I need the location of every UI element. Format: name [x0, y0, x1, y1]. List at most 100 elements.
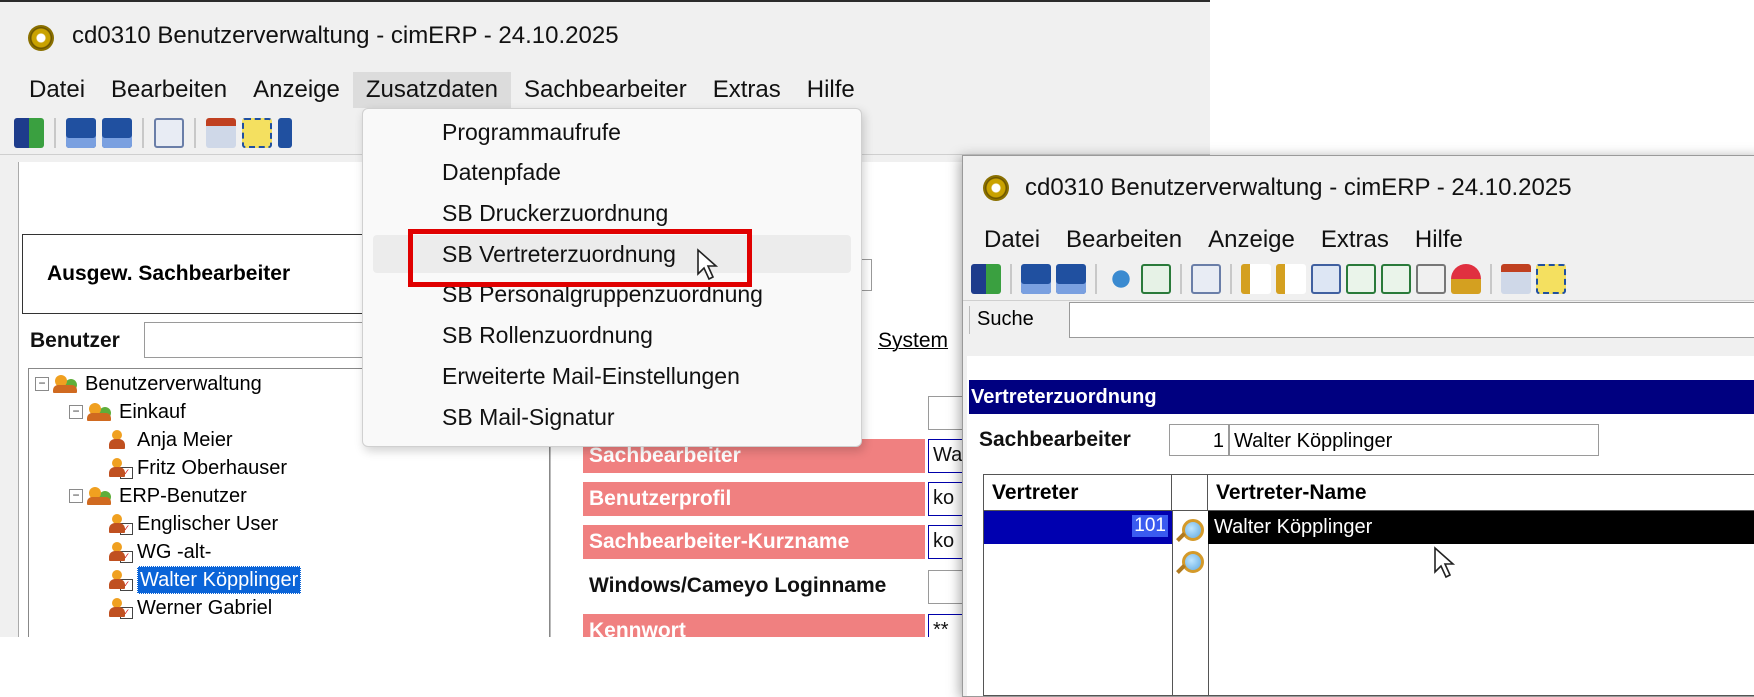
- user-icon: ✓: [109, 513, 133, 535]
- vertreter-nr: 101: [1132, 515, 1168, 537]
- sachbearbeiter-nr-field[interactable]: 1: [1169, 424, 1229, 456]
- toolbar-separator: [1490, 264, 1492, 294]
- col-header-vertreter[interactable]: Vertreter: [984, 475, 1172, 511]
- check-icon: ✓: [120, 523, 133, 535]
- sort-desc-icon[interactable]: [1276, 264, 1306, 294]
- new-record-icon[interactable]: [1536, 264, 1566, 294]
- export-icon[interactable]: [1346, 264, 1376, 294]
- col-header-vertreter-name[interactable]: Vertreter-Name: [1208, 475, 1754, 511]
- tree-item[interactable]: ✓ WG -alt-: [109, 539, 211, 565]
- new-icon[interactable]: [1106, 264, 1136, 294]
- toolbar-separator: [1010, 264, 1012, 294]
- search-label: Suche: [977, 308, 1034, 330]
- benutzer-label: Benutzer: [30, 329, 120, 352]
- tree-group-label: ERP-Benutzer: [119, 485, 247, 507]
- menu-hilfe[interactable]: Hilfe: [794, 72, 868, 108]
- search-grip: [969, 306, 970, 334]
- menu-anzeige[interactable]: Anzeige: [240, 72, 353, 108]
- menu-bearbeiten[interactable]: Bearbeiten: [1053, 222, 1195, 258]
- window-title: cd0310 Benutzerverwaltung - cimERP - 24.…: [72, 22, 619, 49]
- tree-group-erp[interactable]: − ERP-Benutzer: [69, 483, 247, 509]
- window-title: cd0310 Benutzerverwaltung - cimERP - 24.…: [1025, 174, 1572, 201]
- col-header-lookup[interactable]: [1172, 475, 1208, 511]
- menu-hilfe[interactable]: Hilfe: [1402, 222, 1476, 258]
- tree-item-label: Fritz Oberhauser: [137, 457, 288, 479]
- mail-icon[interactable]: [154, 118, 184, 148]
- menu-item-sb-rollenzuordnung[interactable]: SB Rollenzuordnung: [373, 316, 851, 354]
- tree-group-einkauf[interactable]: − Einkauf: [69, 399, 186, 425]
- menu-datei[interactable]: Datei: [16, 72, 98, 108]
- tree-item-selected[interactable]: ✓ Walter Köpplinger: [109, 566, 302, 594]
- user-icon: ✓: [109, 457, 133, 479]
- menu-extras[interactable]: Extras: [1308, 222, 1402, 258]
- menu-anzeige[interactable]: Anzeige: [1195, 222, 1308, 258]
- refresh-icon[interactable]: [1141, 264, 1171, 294]
- search-lookup-icon[interactable]: [1182, 551, 1204, 573]
- tree-item-label: Werner Gabriel: [137, 597, 273, 619]
- save-check-icon[interactable]: [1021, 264, 1051, 294]
- check-icon: ✓: [120, 467, 133, 479]
- menu-bar: Datei Bearbeiten Anzeige Extras Hilfe: [963, 222, 1754, 258]
- mail-icon[interactable]: [1191, 264, 1221, 294]
- toolbar: [963, 258, 1754, 301]
- copy-icon[interactable]: [1416, 264, 1446, 294]
- group-icon: [87, 401, 115, 423]
- exit-icon[interactable]: [971, 264, 1001, 294]
- toolbar-separator: [194, 118, 196, 148]
- excel-icon[interactable]: [1381, 264, 1411, 294]
- table-row-name-cell[interactable]: Walter Köpplinger: [1208, 511, 1754, 544]
- tree-item[interactable]: ✓ Fritz Oberhauser: [109, 455, 287, 481]
- check-icon: ✓: [120, 551, 133, 563]
- benutzer-input[interactable]: [144, 322, 376, 358]
- tree-item-label: WG -alt-: [137, 541, 212, 563]
- mouse-cursor-icon: [1434, 546, 1456, 579]
- admin-group-icon: [53, 373, 81, 395]
- collapse-icon[interactable]: −: [35, 377, 49, 391]
- collapse-icon[interactable]: −: [69, 405, 83, 419]
- menu-sachbearbeiter[interactable]: Sachbearbeiter: [511, 72, 700, 108]
- list-icon[interactable]: [278, 118, 292, 148]
- save-icon[interactable]: [1056, 264, 1086, 294]
- search-input[interactable]: [1069, 302, 1754, 338]
- filter-icon[interactable]: [1451, 264, 1481, 294]
- calendar-icon[interactable]: [1311, 264, 1341, 294]
- check-icon: ✓: [120, 607, 133, 619]
- collapse-icon[interactable]: −: [69, 489, 83, 503]
- selected-clerk-label: Ausgew. Sachbearbeiter: [47, 262, 291, 285]
- search-lookup-icon[interactable]: [1182, 519, 1204, 541]
- menu-zusatzdaten[interactable]: Zusatzdaten: [352, 72, 511, 108]
- menu-item-mail-einstellungen[interactable]: Erweiterte Mail-Einstellungen: [373, 357, 851, 395]
- tree-item-label: Walter Köpplinger: [137, 566, 302, 594]
- toolbar-separator: [1095, 264, 1097, 294]
- tree-root[interactable]: − Benutzerverwaltung: [35, 371, 262, 397]
- menu-item-sb-druckerzuordnung[interactable]: SB Druckerzuordnung: [373, 194, 851, 232]
- sort-asc-icon[interactable]: [1241, 264, 1271, 294]
- toolbar-separator: [1230, 264, 1232, 294]
- toolbar-separator: [54, 118, 56, 148]
- menu-item-programmaufrufe[interactable]: Programmaufrufe: [373, 113, 851, 151]
- menu-item-sb-mail-signatur[interactable]: SB Mail-Signatur: [373, 398, 851, 436]
- title-bar: cd0310 Benutzerverwaltung - cimERP - 24.…: [963, 156, 1754, 220]
- tree-item[interactable]: ✓ Englischer User: [109, 511, 278, 537]
- system-tab[interactable]: System: [878, 329, 948, 353]
- app-gear-icon: [28, 25, 54, 51]
- edit-icon[interactable]: [1501, 264, 1531, 294]
- save-icon[interactable]: [102, 118, 132, 148]
- menu-datei[interactable]: Datei: [971, 222, 1053, 258]
- menu-item-datenpfade[interactable]: Datenpfade: [373, 153, 851, 191]
- save-check-icon[interactable]: [66, 118, 96, 148]
- new-record-icon[interactable]: [242, 118, 272, 148]
- sachbearbeiter-label: Sachbearbeiter: [979, 428, 1131, 451]
- sachbearbeiter-name-field: Walter Köpplinger: [1229, 424, 1599, 456]
- exit-icon[interactable]: [14, 118, 44, 148]
- tree-item-label: Anja Meier: [137, 429, 233, 451]
- menu-extras[interactable]: Extras: [700, 72, 794, 108]
- section-header: Vertreterzuordnung: [969, 380, 1754, 414]
- table-row-nr-cell[interactable]: 101: [984, 511, 1172, 544]
- benutzerprofil-label: Benutzerprofil: [583, 482, 925, 516]
- tree-item[interactable]: Anja Meier: [109, 427, 233, 453]
- menu-bearbeiten[interactable]: Bearbeiten: [98, 72, 240, 108]
- tree-item[interactable]: ✓ Werner Gabriel: [109, 595, 272, 621]
- edit-icon[interactable]: [206, 118, 236, 148]
- mouse-cursor-icon: [697, 248, 719, 281]
